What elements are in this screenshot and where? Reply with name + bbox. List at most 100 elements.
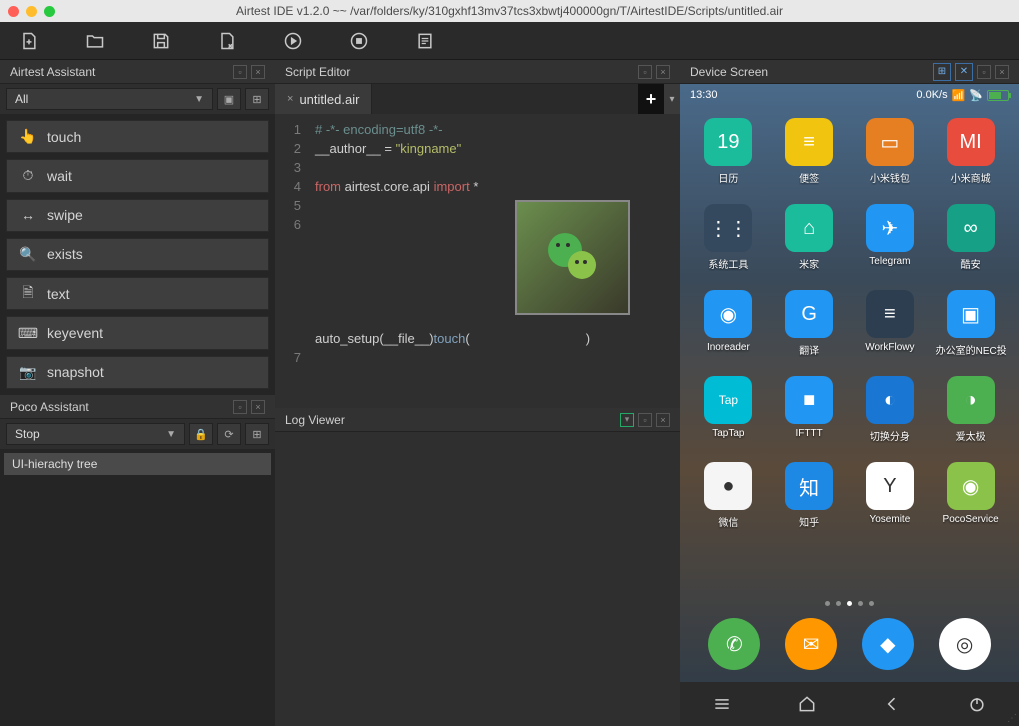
maximize-window-button[interactable] (44, 6, 55, 17)
log-output[interactable] (275, 432, 680, 726)
panel-float-button[interactable]: ▫ (638, 413, 652, 427)
app-米家[interactable]: ⌂ 米家 (773, 204, 846, 286)
report-button[interactable] (414, 30, 436, 52)
battery-icon (987, 90, 1009, 101)
poco-refresh-button[interactable]: ⟳ (217, 423, 241, 445)
app-label: WorkFlowy (865, 342, 914, 353)
nav-menu-button[interactable] (702, 684, 742, 724)
app-小米商城[interactable]: MI 小米商城 (934, 118, 1007, 200)
resize-grip[interactable]: ⋰ (1007, 713, 1017, 724)
panel-float-button[interactable]: ▫ (638, 65, 652, 79)
app-微信[interactable]: ● 微信 (692, 462, 765, 544)
dock-app[interactable]: ✉ (785, 618, 837, 670)
device-mirror[interactable]: 13:30 0.0K/s 📶 📡 19 日历 ≡ 便签 ▭ 小米钱包 MI 小米… (680, 84, 1019, 726)
device-tools-button[interactable]: ✕ (955, 63, 973, 81)
run-button[interactable] (282, 30, 304, 52)
nav-home-button[interactable] (787, 684, 827, 724)
app-label: 微信 (718, 514, 738, 529)
command-snapshot[interactable]: 📷snapshot (6, 356, 269, 389)
panel-close-button[interactable]: × (251, 400, 265, 414)
app-Yosemite[interactable]: Y Yosemite (854, 462, 927, 544)
close-window-button[interactable] (8, 6, 19, 17)
new-tab-button[interactable]: + (638, 84, 664, 114)
log-filter-button[interactable]: ▾ (620, 413, 634, 427)
panel-close-button[interactable]: × (656, 413, 670, 427)
app-PocoService[interactable]: ◉ PocoService (934, 462, 1007, 544)
app-Telegram[interactable]: ✈ Telegram (854, 204, 927, 286)
editor-tab[interactable]: × untitled.air (275, 84, 372, 114)
assistant-record-button[interactable]: ▣ (217, 88, 241, 110)
stop-button[interactable] (348, 30, 370, 52)
main-toolbar (0, 22, 1019, 60)
phone-status-bar: 13:30 0.0K/s 📶 📡 (680, 84, 1019, 106)
app-切换分身[interactable]: ◐ 切换分身 (854, 376, 927, 458)
app-酷安[interactable]: ∞ 酷安 (934, 204, 1007, 286)
app-label: 小米钱包 (870, 170, 910, 185)
app-icon: ✈ (866, 204, 914, 252)
poco-mode-dropdown[interactable]: Stop▼ (6, 423, 185, 445)
app-翻译[interactable]: G 翻译 (773, 290, 846, 372)
minimize-window-button[interactable] (26, 6, 37, 17)
text-icon: 🗎 (19, 285, 37, 303)
panel-float-button[interactable]: ▫ (233, 400, 247, 414)
panel-close-button[interactable]: × (995, 65, 1009, 79)
app-WorkFlowy[interactable]: ≡ WorkFlowy (854, 290, 927, 372)
app-便签[interactable]: ≡ 便签 (773, 118, 846, 200)
embedded-template-image[interactable] (515, 200, 630, 315)
app-icon: ◉ (704, 290, 752, 338)
app-TapTap[interactable]: Tap TapTap (692, 376, 765, 458)
tree-row[interactable]: UI-hierachy tree (4, 453, 271, 475)
dock-app[interactable]: ◆ (862, 618, 914, 670)
command-swipe[interactable]: ↔swipe (6, 199, 269, 232)
save-as-button[interactable] (216, 30, 238, 52)
command-label: exists (47, 246, 83, 262)
app-爱太极[interactable]: ◑ 爱太极 (934, 376, 1007, 458)
command-keyevent[interactable]: ⌨keyevent (6, 316, 269, 349)
dock-app[interactable]: ◎ (939, 618, 991, 670)
command-touch[interactable]: 👆touch (6, 120, 269, 153)
command-exists[interactable]: 🔍exists (6, 238, 269, 271)
assistant-filter-dropdown[interactable]: All▼ (6, 88, 213, 110)
command-wait[interactable]: ⏱wait (6, 159, 269, 192)
save-button[interactable] (150, 30, 172, 52)
assistant-capture-button[interactable]: ⊞ (245, 88, 269, 110)
app-系统工具[interactable]: ⋮⋮ 系统工具 (692, 204, 765, 286)
close-tab-icon[interactable]: × (287, 93, 293, 105)
app-icon: ≡ (785, 118, 833, 166)
device-inspect-button[interactable]: ⊞ (933, 63, 951, 81)
panel-close-button[interactable]: × (656, 65, 670, 79)
tap-icon: 👆 (19, 128, 37, 146)
nav-power-button[interactable] (957, 684, 997, 724)
app-label: 米家 (799, 256, 819, 271)
app-Inoreader[interactable]: ◉ Inoreader (692, 290, 765, 372)
app-IFTTT[interactable]: ■ IFTTT (773, 376, 846, 458)
app-label: 日历 (718, 170, 738, 185)
nav-back-button[interactable] (872, 684, 912, 724)
poco-lock-button[interactable]: 🔒 (189, 423, 213, 445)
panel-close-button[interactable]: × (251, 65, 265, 79)
command-text[interactable]: 🗎text (6, 277, 269, 310)
panel-float-button[interactable]: ▫ (977, 65, 991, 79)
wechat-icon (548, 233, 598, 283)
app-icon: ◑ (947, 376, 995, 424)
page-indicator (680, 601, 1019, 606)
poco-record-button[interactable]: ⊞ (245, 423, 269, 445)
app-icon: ≡ (866, 290, 914, 338)
panel-float-button[interactable]: ▫ (233, 65, 247, 79)
app-日历[interactable]: 19 日历 (692, 118, 765, 200)
app-label: Yosemite (869, 514, 910, 525)
command-label: swipe (47, 207, 83, 223)
app-小米钱包[interactable]: ▭ 小米钱包 (854, 118, 927, 200)
editor-panel-header: Script Editor ▫ × (275, 60, 680, 84)
dock-app[interactable]: ✆ (708, 618, 760, 670)
tab-label: untitled.air (299, 92, 359, 107)
app-办公室的NEC投影仪[interactable]: ▣ 办公室的NEC投影仪 (934, 290, 1007, 372)
tab-menu-button[interactable]: ▾ (664, 84, 680, 114)
app-label: 切换分身 (870, 428, 910, 443)
code-editor[interactable]: 123456 7 # -*- encoding=utf8 -*-__author… (275, 114, 680, 408)
window-title: Airtest IDE v1.2.0 ~~ /var/folders/ky/31… (0, 4, 1019, 18)
app-知乎[interactable]: 知 知乎 (773, 462, 846, 544)
new-file-button[interactable] (18, 30, 40, 52)
open-folder-button[interactable] (84, 30, 106, 52)
poco-panel-title: Poco Assistant (10, 400, 89, 414)
